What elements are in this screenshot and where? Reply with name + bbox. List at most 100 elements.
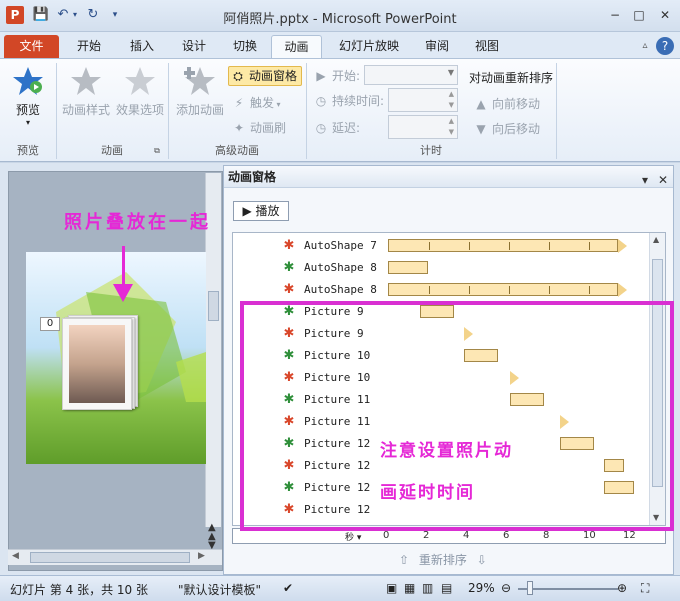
scroll-up-icon[interactable]: ▲ [653, 235, 659, 244]
minimize-button[interactable]: − [604, 6, 626, 24]
maximize-button[interactable]: □ [628, 6, 650, 24]
timing-bar-tick [469, 286, 470, 294]
scrollbar-thumb[interactable] [208, 291, 219, 321]
seconds-dropdown-icon[interactable]: 秒 ▾ [345, 530, 361, 543]
timeline-tick-label: 10 [583, 530, 596, 541]
animation-painter-button[interactable]: ✦ 动画刷 [232, 119, 286, 136]
animation-styles-button[interactable]: 动画样式 [58, 65, 114, 118]
tab-home[interactable]: 开始 [64, 35, 114, 58]
preview-dropdown-icon: ▾ [25, 118, 30, 127]
slide-annotation: 照片叠放在一起 [64, 212, 211, 233]
pane-dropdown-icon[interactable]: ▾ [642, 169, 648, 191]
preview-star-icon [13, 67, 43, 95]
animation-row-label: AutoShape 8 [304, 261, 377, 274]
group-separator [556, 63, 557, 159]
status-bar: 幻灯片 第 4 张，共 10 张 "默认设计模板" ✔ ▣ ▦ ▥ ▤ 29% … [0, 575, 680, 601]
move-up-icon[interactable]: ⇧ [399, 553, 409, 567]
animation-pane-button[interactable]: ⛭ 动画窗格 [228, 66, 302, 86]
up-triangle-icon: ▲ [476, 97, 486, 111]
play-button[interactable]: ▶ 播放 [233, 201, 289, 221]
tab-file[interactable]: 文件 [4, 35, 59, 58]
timing-bar-tick [549, 286, 550, 294]
slide-sorter-icon[interactable]: ▦ [404, 581, 415, 595]
group-label-timing: 计时 [420, 144, 442, 157]
zoom-slider[interactable] [518, 588, 618, 590]
zoom-level[interactable]: 29% [468, 581, 495, 595]
move-down-icon[interactable]: ⇩ [477, 553, 487, 567]
timing-bar[interactable] [388, 239, 618, 252]
title-bar: P 💾 ↶ ▾ ↻ ▾ 阿俏照片.pptx - Microsoft PowerP… [0, 0, 680, 32]
preview-button[interactable]: 预览 ▾ [6, 65, 50, 127]
start-icon: ▶ [316, 69, 326, 83]
timeline-tick-label: 2 [423, 530, 430, 541]
animation-row-label: AutoShape 7 [304, 239, 377, 252]
timing-bar-tick [589, 286, 590, 294]
delay-spinner[interactable]: ▲ ▼ [388, 115, 458, 139]
timeline-tick-label: 8 [543, 530, 550, 541]
effect-options-button[interactable]: 效果选项 [112, 65, 168, 118]
down-triangle-icon: ▼ [476, 122, 486, 136]
delay-label: ◷ 延迟: [315, 121, 361, 135]
zoom-out-icon[interactable]: ⊖ [501, 581, 511, 595]
timing-bar-end [618, 283, 627, 297]
theme-name[interactable]: "默认设计模板" [178, 581, 261, 598]
tab-insert[interactable]: 插入 [117, 35, 167, 58]
spell-check-icon[interactable]: ✔ [283, 581, 293, 595]
timeline-tick-label: 6 [503, 530, 510, 541]
timing-bar[interactable] [388, 261, 428, 274]
fit-to-window-icon[interactable]: ⛶ [641, 581, 649, 596]
tab-animations[interactable]: 动画 [271, 35, 322, 58]
timeline-tick-label: 12 [623, 530, 636, 541]
timing-bar-tick [429, 242, 430, 250]
move-earlier-button[interactable]: ▲ 向前移动 [474, 95, 540, 112]
play-icon: ▶ [242, 204, 252, 218]
timing-bar[interactable] [388, 283, 618, 296]
duration-clock-icon: ◷ [315, 94, 327, 108]
duration-spinner[interactable]: ▲ ▼ [388, 88, 458, 112]
start-combo[interactable]: ▼ [364, 65, 458, 85]
timing-bar-tick [429, 286, 430, 294]
timeline-tick-label: 0 [383, 530, 390, 541]
zoom-slider-thumb[interactable] [527, 581, 533, 595]
animation-row[interactable]: ✱ AutoShape 7 [233, 235, 651, 257]
slide-counter: 幻灯片 第 4 张，共 10 张 [10, 583, 148, 597]
reorder-row: ⇧ 重新排序 ⇩ [399, 553, 487, 567]
delay-clock-icon: ◷ [315, 121, 327, 135]
chevron-down-icon: ▼ [447, 68, 454, 77]
tab-design[interactable]: 设计 [170, 35, 218, 58]
trigger-button[interactable]: ⚡ 触发 ▾ [232, 94, 281, 111]
animation-pane-header: 动画窗格 ▾ ✕ [224, 166, 673, 188]
animation-row[interactable]: ✱ AutoShape 8 [233, 257, 651, 279]
start-label: ▶ 开始: [314, 67, 360, 84]
scroll-left-icon[interactable]: ◀ [12, 551, 19, 561]
timing-bar-tick [549, 242, 550, 250]
pane-close-icon[interactable]: ✕ [658, 169, 668, 191]
normal-view-icon[interactable]: ▣ [386, 581, 397, 595]
annotation-arrow [122, 246, 125, 288]
scrollbar-thumb[interactable] [30, 552, 190, 563]
tab-transitions[interactable]: 切换 [221, 35, 269, 58]
close-button[interactable]: ✕ [654, 6, 676, 24]
annotation-arrow-head [113, 284, 133, 302]
slide-horizontal-scrollbar[interactable]: ◀ ▶ [8, 549, 222, 565]
animation-row[interactable]: ✱ AutoShape 8 [233, 279, 651, 301]
exit-effect-icon: ✱ [283, 282, 295, 297]
move-later-button[interactable]: ▼ 向后移动 [474, 120, 540, 137]
collapse-ribbon-icon[interactable]: ▵ [636, 37, 654, 55]
ribbon-tabs: 文件 开始 插入 设计 切换 动画 幻灯片放映 审阅 视图 ▵ ? [0, 32, 680, 58]
photo-stack[interactable] [62, 315, 140, 410]
duration-label: ◷ 持续时间: [315, 94, 385, 108]
tab-slideshow[interactable]: 幻灯片放映 [328, 35, 410, 58]
help-icon[interactable]: ? [656, 37, 674, 55]
slideshow-view-icon[interactable]: ▤ [441, 581, 452, 595]
zoom-in-icon[interactable]: ⊕ [617, 581, 627, 595]
scroll-right-icon[interactable]: ▶ [198, 551, 205, 561]
animation-painter-icon: ✦ [233, 121, 245, 135]
tab-review[interactable]: 审阅 [414, 35, 460, 58]
tab-view[interactable]: 视图 [464, 35, 510, 58]
animation-order-badge: 0 [40, 317, 60, 331]
add-animation-button[interactable]: 添加动画 [172, 65, 228, 118]
timing-bar-tick [589, 242, 590, 250]
reading-view-icon[interactable]: ▥ [422, 581, 433, 595]
animation-dialog-launcher-icon[interactable]: ⧉ [150, 143, 164, 159]
